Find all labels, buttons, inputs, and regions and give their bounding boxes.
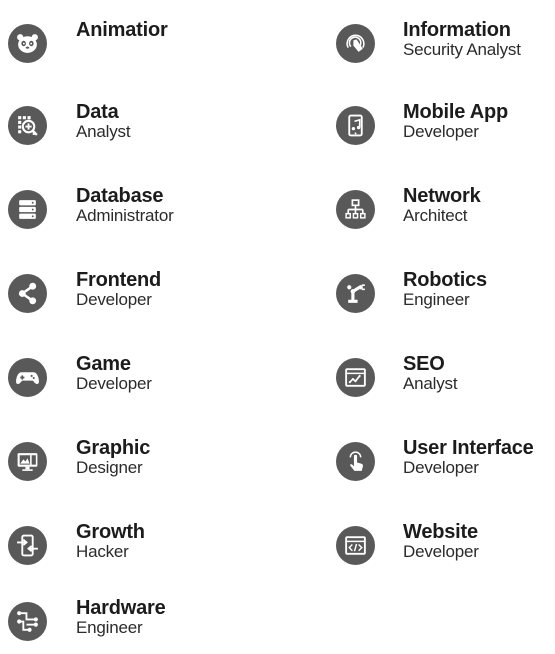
role-seo-analyst: SEO Analyst bbox=[336, 354, 555, 410]
job-roles-grid: Animatior Data Analyst Database Administ… bbox=[0, 0, 555, 648]
role-text: Database Administrator bbox=[76, 186, 174, 224]
role-website-developer: Website Developer bbox=[336, 522, 555, 578]
role-subtitle: Engineer bbox=[76, 618, 143, 637]
role-text: Growth Hacker bbox=[76, 522, 145, 560]
server-icon bbox=[8, 190, 47, 229]
role-subtitle: Analyst bbox=[403, 374, 458, 393]
role-title: Network bbox=[403, 185, 481, 207]
monitor-image-icon bbox=[8, 442, 47, 481]
role-text: Robotics Engineer bbox=[403, 270, 487, 308]
role-graphic-designer: Graphic Designer bbox=[8, 438, 308, 494]
role-title: Database bbox=[76, 185, 164, 207]
role-hardware-engineer: Hardware Engineer bbox=[8, 598, 308, 654]
role-text: Animatior bbox=[76, 20, 168, 40]
role-robotics-engineer: Robotics Engineer bbox=[336, 270, 555, 326]
role-title: Mobile App bbox=[403, 101, 509, 123]
role-title: Frontend bbox=[76, 269, 162, 291]
role-title: SEO bbox=[403, 353, 445, 375]
role-mobile-app-developer: Mobile App Developer bbox=[336, 102, 555, 158]
role-frontend-developer: Frontend Developer bbox=[8, 270, 308, 326]
role-text: Network Architect bbox=[403, 186, 481, 224]
role-network-architect: Network Architect bbox=[336, 186, 555, 242]
role-data-analyst: Data Analyst bbox=[8, 102, 308, 158]
role-growth-hacker: Growth Hacker bbox=[8, 522, 308, 578]
role-user-interface-developer: User Interface Developer bbox=[336, 438, 555, 494]
role-animatior: Animatior bbox=[8, 20, 308, 76]
role-text: Game Developer bbox=[76, 354, 152, 392]
role-subtitle: Developer bbox=[403, 122, 479, 141]
role-subtitle: Developer bbox=[76, 374, 152, 393]
role-title: Hardware bbox=[76, 597, 166, 619]
role-title: Data bbox=[76, 101, 119, 123]
role-subtitle: Designer bbox=[76, 458, 143, 477]
role-text: Graphic Designer bbox=[76, 438, 150, 476]
role-subtitle: Developer bbox=[76, 290, 152, 309]
role-subtitle: Administrator bbox=[76, 206, 174, 225]
share-icon bbox=[8, 274, 47, 313]
browser-chart-icon bbox=[336, 358, 375, 397]
role-subtitle: Analyst bbox=[76, 122, 131, 141]
role-text: Website Developer bbox=[403, 522, 479, 560]
phone-arrows-icon bbox=[8, 526, 47, 565]
role-title: Game bbox=[76, 353, 131, 375]
role-subtitle: Engineer bbox=[403, 290, 470, 309]
network-icon bbox=[336, 190, 375, 229]
role-text: User Interface Developer bbox=[403, 438, 534, 476]
tap-hand-icon bbox=[336, 442, 375, 481]
role-title: Animatior bbox=[76, 19, 168, 41]
role-subtitle: Architect bbox=[403, 206, 468, 225]
browser-code-icon bbox=[336, 526, 375, 565]
role-title: Information bbox=[403, 19, 511, 41]
gamepad-icon bbox=[8, 358, 47, 397]
role-subtitle: Developer bbox=[403, 542, 479, 561]
role-title: Growth bbox=[76, 521, 145, 543]
robot-arm-icon bbox=[336, 274, 375, 313]
role-subtitle: Developer bbox=[403, 458, 479, 477]
circuit-icon bbox=[8, 602, 47, 641]
role-text: SEO Analyst bbox=[403, 353, 458, 393]
role-text: Data Analyst bbox=[76, 101, 131, 141]
mobile-music-icon bbox=[336, 106, 375, 145]
role-title: Website bbox=[403, 521, 478, 543]
role-title: Robotics bbox=[403, 269, 487, 291]
role-text: Hardware Engineer bbox=[76, 598, 166, 636]
role-text: Mobile App Developer bbox=[403, 102, 508, 140]
fingerprint-touch-icon bbox=[336, 24, 375, 63]
role-information-security-analyst: Information Security Analyst bbox=[336, 20, 555, 76]
role-subtitle: Hacker bbox=[76, 542, 129, 561]
panda-icon bbox=[8, 24, 47, 63]
role-title: Graphic bbox=[76, 437, 151, 459]
role-subtitle: Security Analyst bbox=[403, 40, 521, 59]
role-text: Information Security Analyst bbox=[403, 20, 521, 58]
role-text: Frontend Developer bbox=[76, 270, 161, 308]
role-game-developer: Game Developer bbox=[8, 354, 308, 410]
role-database-administrator: Database Administrator bbox=[8, 186, 308, 242]
data-analysis-icon bbox=[8, 106, 47, 145]
role-title: User Interface bbox=[403, 437, 534, 459]
